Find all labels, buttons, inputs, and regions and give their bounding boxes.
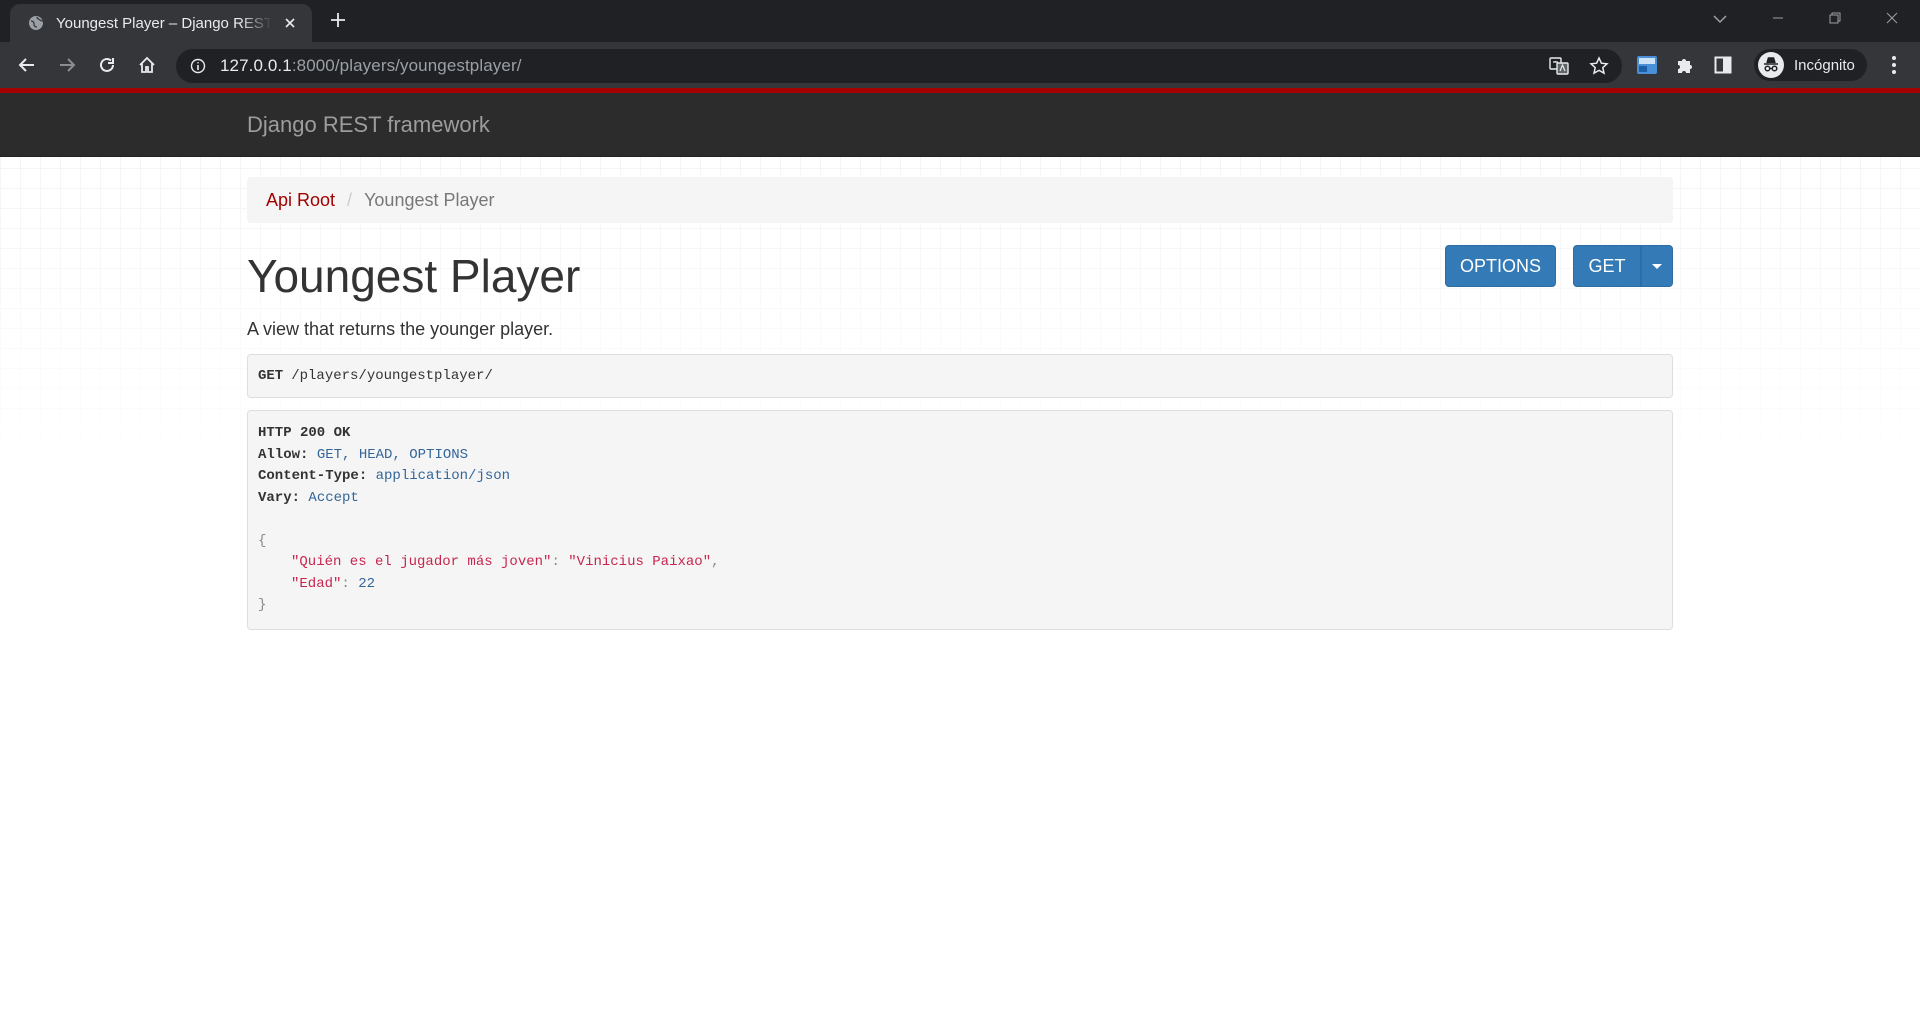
json-colon: : (551, 554, 569, 570)
tab-title: Youngest Player – Django REST framework (56, 14, 272, 32)
json-comma: , (711, 554, 720, 570)
json-field: "Edad": 22 (258, 574, 1662, 596)
request-method: GET (258, 368, 284, 384)
response-status: HTTP 200 OK (258, 425, 351, 441)
info-icon[interactable] (188, 56, 208, 76)
json-value: 22 (358, 575, 376, 592)
url-text[interactable]: 127.0.0.1:8000/players/youngestplayer/ (220, 56, 522, 76)
json-open-brace: { (258, 532, 267, 549)
header-value: Accept (308, 489, 359, 506)
extensions-area: Incógnito (1632, 49, 1867, 81)
navbar: Django REST framework (0, 93, 1920, 157)
get-button[interactable]: GET (1573, 245, 1641, 287)
restore-icon[interactable] (1806, 0, 1863, 36)
action-buttons: OPTIONS GET (1445, 245, 1673, 287)
response-info: HTTP 200 OK Allow: GET, HEAD, OPTIONS Co… (247, 410, 1673, 630)
window-close-icon[interactable] (1863, 0, 1920, 36)
extension-app-icon[interactable] (1632, 50, 1662, 80)
bookmark-star-icon[interactable] (1584, 51, 1614, 81)
response-header: Vary: Accept (258, 488, 1662, 510)
header-name: Vary: (258, 489, 301, 506)
forward-arrow-icon[interactable] (51, 49, 83, 81)
header-value: application/json (375, 468, 511, 484)
puzzle-icon[interactable] (1670, 50, 1700, 80)
url-path: :8000/players/youngestplayer/ (291, 56, 522, 75)
options-button[interactable]: OPTIONS (1445, 245, 1556, 287)
json-key: "Quién es el jugador más joven" (291, 554, 552, 570)
json-close-brace: } (258, 597, 267, 613)
page-content: Django REST framework Api Root / Younges… (0, 88, 1920, 1020)
close-icon[interactable] (280, 13, 300, 33)
get-button-group: GET (1573, 245, 1673, 287)
response-header: Content-Type: application/json (258, 466, 1662, 488)
request-info: GET /players/youngestplayer/ (247, 354, 1673, 398)
json-colon: : (341, 575, 359, 592)
profile-label: Incógnito (1794, 56, 1855, 74)
header-value: GET, HEAD, OPTIONS (316, 446, 469, 463)
plus-icon[interactable] (326, 8, 350, 32)
incognito-icon (1758, 52, 1784, 78)
breadcrumb: Api Root / Youngest Player (247, 177, 1673, 223)
globe-icon (26, 13, 46, 33)
header-name: Content-Type: (258, 468, 368, 484)
response-header: Allow: GET, HEAD, OPTIONS (258, 445, 1662, 467)
back-arrow-icon[interactable] (11, 49, 43, 81)
incognito-profile-button[interactable]: Incógnito (1754, 49, 1867, 81)
window-controls (1749, 0, 1920, 36)
view-description: A view that returns the younger player. (247, 319, 554, 339)
breadcrumb-separator: / (347, 189, 353, 210)
url-host: 127.0.0.1 (220, 56, 292, 75)
page-title: Youngest Player (247, 250, 581, 302)
side-panel-icon[interactable] (1708, 50, 1738, 80)
request-path: /players/youngestplayer/ (291, 368, 493, 384)
home-icon[interactable] (131, 49, 163, 81)
get-format-dropdown[interactable] (1641, 245, 1673, 287)
breadcrumb-api-root[interactable]: Api Root (266, 190, 335, 211)
browser-tab[interactable]: Youngest Player – Django REST framework (10, 4, 312, 42)
kebab-menu-icon[interactable] (1878, 49, 1910, 81)
page-header: Youngest Player OPTIONS GET (247, 245, 1673, 315)
caret-down-icon (1652, 263, 1662, 269)
address-bar[interactable]: 127.0.0.1:8000/players/youngestplayer/ (176, 49, 1622, 83)
json-key: "Edad" (291, 575, 342, 592)
reload-icon[interactable] (91, 49, 123, 81)
translate-icon[interactable] (1544, 51, 1574, 81)
browser-tabstrip: Youngest Player – Django REST framework (0, 0, 1920, 42)
json-field: "Quién es el jugador más joven": "Vinici… (258, 552, 1662, 574)
chevron-down-icon[interactable] (1705, 6, 1735, 32)
json-value: "Vinicius Paixao" (568, 554, 712, 570)
main-container: Api Root / Youngest Player Youngest Play… (247, 177, 1673, 630)
breadcrumb-current: Youngest Player (364, 189, 495, 210)
navbar-brand[interactable]: Django REST framework (247, 112, 490, 138)
header-name: Allow: (258, 446, 309, 463)
minimize-icon[interactable] (1749, 0, 1806, 36)
browser-toolbar: 127.0.0.1:8000/players/youngestplayer/ I… (0, 42, 1920, 88)
